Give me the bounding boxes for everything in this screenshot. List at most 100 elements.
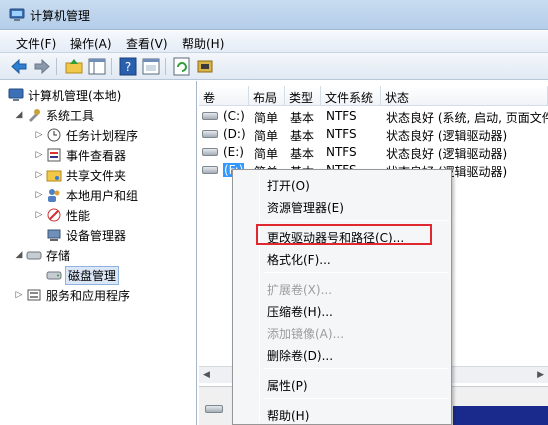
properties-icon[interactable] bbox=[141, 57, 161, 76]
computer-icon bbox=[8, 88, 24, 101]
menu-item-format[interactable]: 格式化(F)... bbox=[267, 251, 331, 268]
expand-arrow-icon[interactable]: ▷ bbox=[14, 290, 24, 300]
clock-icon bbox=[47, 128, 61, 142]
menu-bar: 文件(F) 操作(A) 查看(V) 帮助(H) bbox=[0, 31, 548, 53]
scroll-left-arrow-icon[interactable]: ◀ bbox=[203, 370, 210, 380]
tree-node-shared-folders[interactable]: ▷ 共享文件夹 bbox=[34, 165, 126, 185]
navigation-tree: 计算机管理(本地) ◢ 系统工具 ▷ 任务计划程序 ▷ 事件查看器 ▷ 共享文件… bbox=[0, 81, 197, 425]
tree-node-task-scheduler[interactable]: ▷ 任务计划程序 bbox=[34, 125, 138, 145]
menu-file[interactable]: 文件(F) bbox=[16, 35, 56, 52]
toolbar-separator bbox=[111, 58, 112, 75]
collapse-arrow-icon[interactable]: ◢ bbox=[14, 110, 24, 120]
menu-gutter bbox=[259, 172, 260, 422]
title-bar: 计算机管理 bbox=[0, 0, 548, 30]
menu-item-help[interactable]: 帮助(H) bbox=[267, 407, 309, 424]
partition-bar[interactable] bbox=[453, 406, 548, 425]
toolbar-separator bbox=[56, 58, 57, 75]
tree-node-services-applications[interactable]: ▷ 服务和应用程序 bbox=[14, 285, 130, 305]
menu-separator bbox=[263, 272, 449, 273]
tree-label: 服务和应用程序 bbox=[46, 288, 131, 303]
menu-item-properties[interactable]: 属性(P) bbox=[267, 377, 308, 394]
menu-separator bbox=[263, 220, 449, 221]
expand-arrow-icon[interactable]: ▷ bbox=[34, 150, 44, 160]
cell-layout: 简单 bbox=[254, 129, 279, 143]
disk-settings-icon[interactable] bbox=[196, 57, 216, 76]
back-arrow-icon[interactable] bbox=[9, 57, 29, 76]
tree-node-system-tools[interactable]: ◢ 系统工具 bbox=[14, 105, 94, 125]
cell-status: 状态良好 (逻辑驱动器) bbox=[386, 147, 508, 161]
menu-separator bbox=[263, 398, 449, 399]
cell-layout: 简单 bbox=[254, 111, 279, 125]
menu-item-extend-volume: 扩展卷(X)... bbox=[267, 283, 333, 297]
table-row[interactable]: (C:) 简单 基本 NTFS 状态良好 (系统, 启动, 页面文件 bbox=[199, 107, 548, 125]
storage-icon bbox=[26, 251, 42, 260]
menu-item-shrink-volume[interactable]: 压缩卷(H)... bbox=[267, 303, 333, 320]
tree-label: 事件查看器 bbox=[66, 148, 127, 163]
performance-icon bbox=[47, 208, 61, 222]
shared-folder-icon bbox=[46, 170, 62, 182]
cell-filesystem: NTFS bbox=[326, 145, 357, 159]
cell-status: 状态良好 (系统, 启动, 页面文件 bbox=[386, 111, 548, 125]
tree-label: 计算机管理(本地) bbox=[28, 88, 122, 103]
highlight-annotation bbox=[256, 224, 432, 245]
tree-node-disk-management[interactable]: 磁盘管理 bbox=[44, 265, 120, 285]
device-manager-icon bbox=[47, 229, 61, 241]
help-icon[interactable]: ? bbox=[118, 57, 138, 76]
tree-label: 存储 bbox=[46, 248, 71, 263]
column-header-layout[interactable]: 布局 bbox=[249, 86, 285, 106]
cell-type: 基本 bbox=[290, 111, 315, 125]
disk-management-icon bbox=[46, 271, 62, 280]
expand-arrow-icon[interactable]: ▷ bbox=[34, 210, 44, 220]
toolbar: ? bbox=[0, 53, 548, 80]
table-row[interactable]: (D:) 简单 基本 NTFS 状态良好 (逻辑驱动器) bbox=[199, 125, 548, 143]
tree-node-event-viewer[interactable]: ▷ 事件查看器 bbox=[34, 145, 126, 165]
show-hide-tree-icon[interactable] bbox=[87, 57, 107, 76]
up-folder-icon[interactable] bbox=[64, 57, 84, 76]
tree-label: 磁盘管理 bbox=[64, 265, 120, 285]
svg-text:?: ? bbox=[125, 60, 131, 74]
menu-item-delete-volume[interactable]: 删除卷(D)... bbox=[267, 347, 333, 364]
disk-icon bbox=[205, 405, 223, 413]
drive-icon bbox=[202, 148, 218, 156]
cell-volume: (D:) bbox=[223, 127, 246, 141]
forward-arrow-icon[interactable] bbox=[32, 57, 52, 76]
cell-type: 基本 bbox=[290, 147, 315, 161]
column-header-type[interactable]: 类型 bbox=[285, 86, 321, 106]
tree-label: 系统工具 bbox=[46, 108, 95, 123]
menu-action[interactable]: 操作(A) bbox=[70, 35, 112, 52]
table-row[interactable]: (E:) 简单 基本 NTFS 状态良好 (逻辑驱动器) bbox=[199, 143, 548, 161]
cell-layout: 简单 bbox=[254, 147, 279, 161]
tree-label: 本地用户和组 bbox=[66, 188, 139, 203]
window-title: 计算机管理 bbox=[30, 9, 91, 23]
column-header-filesystem[interactable]: 文件系统 bbox=[321, 86, 381, 106]
tree-node-storage[interactable]: ◢ 存储 bbox=[14, 245, 70, 265]
tree-node-computer-management[interactable]: 计算机管理(本地) bbox=[6, 85, 121, 105]
cell-volume: (E:) bbox=[223, 145, 244, 159]
expand-arrow-icon[interactable]: ▷ bbox=[34, 130, 44, 140]
drive-icon bbox=[202, 166, 218, 174]
menu-view[interactable]: 查看(V) bbox=[126, 35, 168, 52]
refresh-icon[interactable] bbox=[172, 57, 192, 76]
column-header-status[interactable]: 状态 bbox=[381, 86, 548, 106]
menu-help[interactable]: 帮助(H) bbox=[182, 35, 224, 52]
users-icon bbox=[48, 189, 60, 202]
scroll-right-arrow-icon[interactable]: ▶ bbox=[537, 370, 544, 380]
tree-node-device-manager[interactable]: 设备管理器 bbox=[44, 225, 126, 245]
menu-item-explore[interactable]: 资源管理器(E) bbox=[267, 199, 344, 216]
expand-arrow-icon[interactable]: ▷ bbox=[34, 170, 44, 180]
tree-node-local-users-groups[interactable]: ▷ 本地用户和组 bbox=[34, 185, 138, 205]
drive-icon bbox=[202, 112, 218, 120]
tree-label: 任务计划程序 bbox=[66, 128, 139, 143]
drive-icon bbox=[202, 130, 218, 138]
cell-filesystem: NTFS bbox=[326, 109, 357, 123]
computer-management-icon bbox=[9, 8, 25, 21]
tools-icon bbox=[29, 109, 40, 122]
expand-arrow-icon[interactable]: ▷ bbox=[34, 190, 44, 200]
tree-node-performance[interactable]: ▷ 性能 bbox=[34, 205, 90, 225]
menu-item-open[interactable]: 打开(O) bbox=[267, 177, 310, 194]
cell-filesystem: NTFS bbox=[326, 127, 357, 141]
context-menu: 打开(O) 资源管理器(E) 更改驱动器号和路径(C)... 格式化(F)...… bbox=[232, 169, 452, 425]
collapse-arrow-icon[interactable]: ◢ bbox=[14, 250, 24, 260]
column-header-volume[interactable]: 卷 bbox=[199, 86, 249, 106]
cell-status: 状态良好 (逻辑驱动器) bbox=[386, 129, 508, 143]
